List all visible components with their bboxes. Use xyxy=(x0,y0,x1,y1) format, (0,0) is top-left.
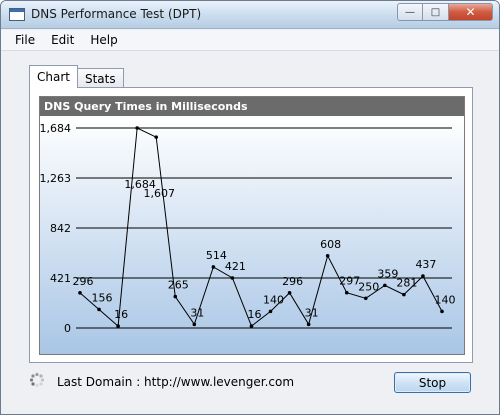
menu-edit[interactable]: Edit xyxy=(43,33,82,47)
data-point xyxy=(363,296,368,301)
data-label: 250 xyxy=(358,280,379,293)
data-point xyxy=(192,322,197,327)
data-point xyxy=(287,291,292,295)
data-label: 16 xyxy=(114,308,128,321)
data-label: 296 xyxy=(73,275,94,288)
loading-spinner-icon xyxy=(29,372,45,388)
chart-tab-panel: DNS Query Times in Milliseconds 0 421 842 1… xyxy=(29,87,473,363)
data-point xyxy=(211,265,216,269)
menu-file[interactable]: File xyxy=(7,33,43,47)
tab-strip: Chart Stats xyxy=(29,65,124,88)
data-point xyxy=(116,324,120,328)
data-label: 281 xyxy=(396,277,417,290)
data-label: 156 xyxy=(92,291,113,304)
data-point xyxy=(383,283,387,288)
app-window-icon xyxy=(9,8,25,21)
data-label: 437 xyxy=(415,258,436,271)
data-label: 31 xyxy=(305,306,319,319)
data-point xyxy=(97,307,101,312)
chart-title: DNS Query Times in Milliseconds xyxy=(40,97,464,116)
maximize-button[interactable]: □ xyxy=(423,3,449,21)
menu-bar: File Edit Help xyxy=(1,30,499,51)
data-point xyxy=(421,274,425,278)
data-label: 1,607 xyxy=(143,187,175,200)
data-label: 359 xyxy=(377,267,398,280)
data-point xyxy=(440,309,444,314)
query-time-chart: 04218421,2631,684 296156161,6841,6072653… xyxy=(40,116,464,354)
data-point xyxy=(325,253,330,258)
data-point xyxy=(344,290,349,295)
data-label: 297 xyxy=(339,275,360,288)
chart-frame: DNS Query Times in Milliseconds 0 421 842 1… xyxy=(39,96,465,355)
data-label: 608 xyxy=(320,238,341,251)
close-button[interactable]: ✕ xyxy=(449,3,493,21)
minimize-button[interactable]: — xyxy=(397,3,423,21)
y-tick-label: 1,684 xyxy=(40,122,71,135)
window-title: DNS Performance Test (DPT) xyxy=(31,7,202,21)
menu-help[interactable]: Help xyxy=(82,33,125,47)
data-point xyxy=(154,135,159,139)
window-controls: — □ ✕ xyxy=(397,3,493,21)
data-label: 140 xyxy=(435,293,456,306)
data-point xyxy=(173,294,178,299)
data-point xyxy=(306,322,311,327)
tab-chart[interactable]: Chart xyxy=(29,65,78,88)
status-bar: Last Domain : http://www.levenger.com St… xyxy=(1,369,499,397)
last-domain-text: Last Domain : http://www.levenger.com xyxy=(57,375,295,389)
data-point xyxy=(249,324,254,328)
data-point xyxy=(135,126,139,130)
data-point xyxy=(78,291,82,295)
data-label: 514 xyxy=(206,249,227,262)
data-label: 140 xyxy=(263,293,284,306)
y-tick-label: 842 xyxy=(50,222,71,235)
data-label: 265 xyxy=(168,279,189,292)
title-bar[interactable]: DNS Performance Test (DPT) — □ ✕ xyxy=(1,1,499,29)
data-label: 421 xyxy=(225,260,246,273)
data-label: 16 xyxy=(247,308,261,321)
data-label: 31 xyxy=(190,306,204,319)
tab-stats[interactable]: Stats xyxy=(76,68,124,88)
data-label: 296 xyxy=(282,275,303,288)
data-point xyxy=(230,276,235,280)
data-point xyxy=(402,292,406,297)
stop-button[interactable]: Stop xyxy=(394,372,471,393)
y-tick-label: 0 xyxy=(64,322,71,335)
data-point xyxy=(268,309,273,314)
y-tick-label: 421 xyxy=(50,272,71,285)
app-window: DNS Performance Test (DPT) — □ ✕ File Ed… xyxy=(0,0,500,415)
y-tick-label: 1,263 xyxy=(40,172,71,185)
